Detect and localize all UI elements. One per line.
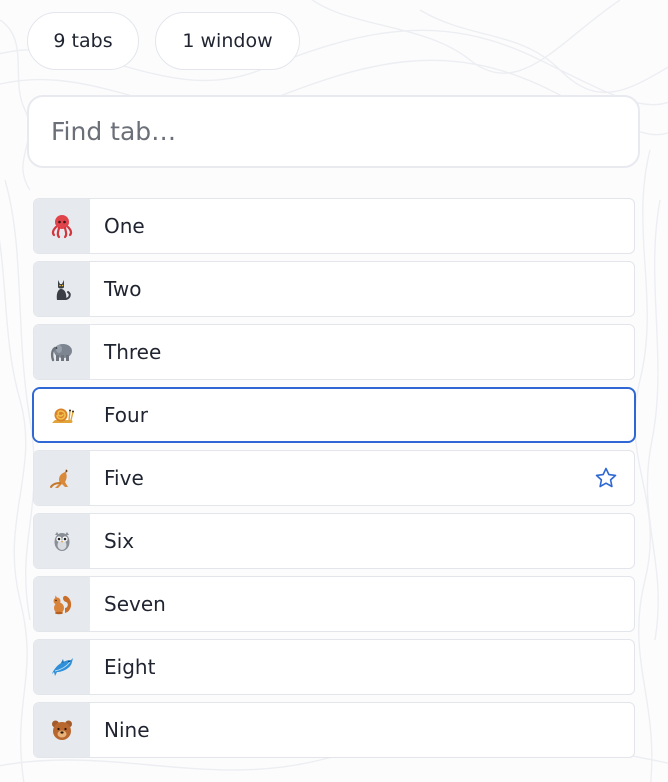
tab-item-two[interactable]: Two: [33, 261, 635, 317]
dolphin-icon: [52, 658, 73, 676]
bear-icon: [52, 720, 72, 740]
snail-icon: [52, 408, 74, 423]
owl-icon: [54, 532, 70, 551]
tab-list: One Two Three Four Five Six Seven Eight …: [32, 198, 636, 765]
window-count-label: 1 window: [182, 30, 273, 52]
tab-favicon: [34, 703, 90, 757]
tab-item-eight[interactable]: Eight: [33, 639, 635, 695]
squirrel-icon: [53, 595, 72, 615]
tab-favicon: [34, 451, 90, 505]
tab-title: Two: [104, 277, 142, 301]
tab-title: Four: [104, 403, 148, 427]
tab-title: Three: [104, 340, 162, 364]
find-tab-input[interactable]: [27, 95, 640, 168]
cat-icon: [56, 280, 71, 300]
window-count-badge: 1 window: [155, 12, 300, 70]
tab-title: One: [104, 214, 145, 238]
tab-item-seven[interactable]: Seven: [33, 576, 635, 632]
tab-favicon: [34, 199, 90, 253]
star-icon[interactable]: [594, 466, 618, 490]
tab-favicon: [34, 577, 90, 631]
tab-item-five[interactable]: Five: [33, 450, 635, 506]
tab-title: Seven: [104, 592, 166, 616]
elephant-icon: [50, 344, 72, 362]
tab-item-three[interactable]: Three: [33, 324, 635, 380]
tab-title: Six: [104, 529, 135, 553]
tab-title: Eight: [104, 655, 156, 679]
tab-favicon: [34, 640, 90, 694]
tab-favicon: [34, 514, 90, 568]
tab-favicon: [34, 389, 90, 441]
tab-count-badge: 9 tabs: [27, 12, 139, 70]
tab-title: Five: [104, 466, 144, 490]
tab-count-label: 9 tabs: [53, 30, 113, 52]
tab-title: Nine: [104, 718, 150, 742]
tab-item-six[interactable]: Six: [33, 513, 635, 569]
tab-item-nine[interactable]: Nine: [33, 702, 635, 758]
tab-favicon: [34, 325, 90, 379]
kangaroo-icon: [50, 469, 68, 488]
tab-favicon: [34, 262, 90, 316]
tab-item-four[interactable]: Four: [32, 387, 636, 443]
octopus-icon: [51, 215, 73, 239]
tab-item-one[interactable]: One: [33, 198, 635, 254]
